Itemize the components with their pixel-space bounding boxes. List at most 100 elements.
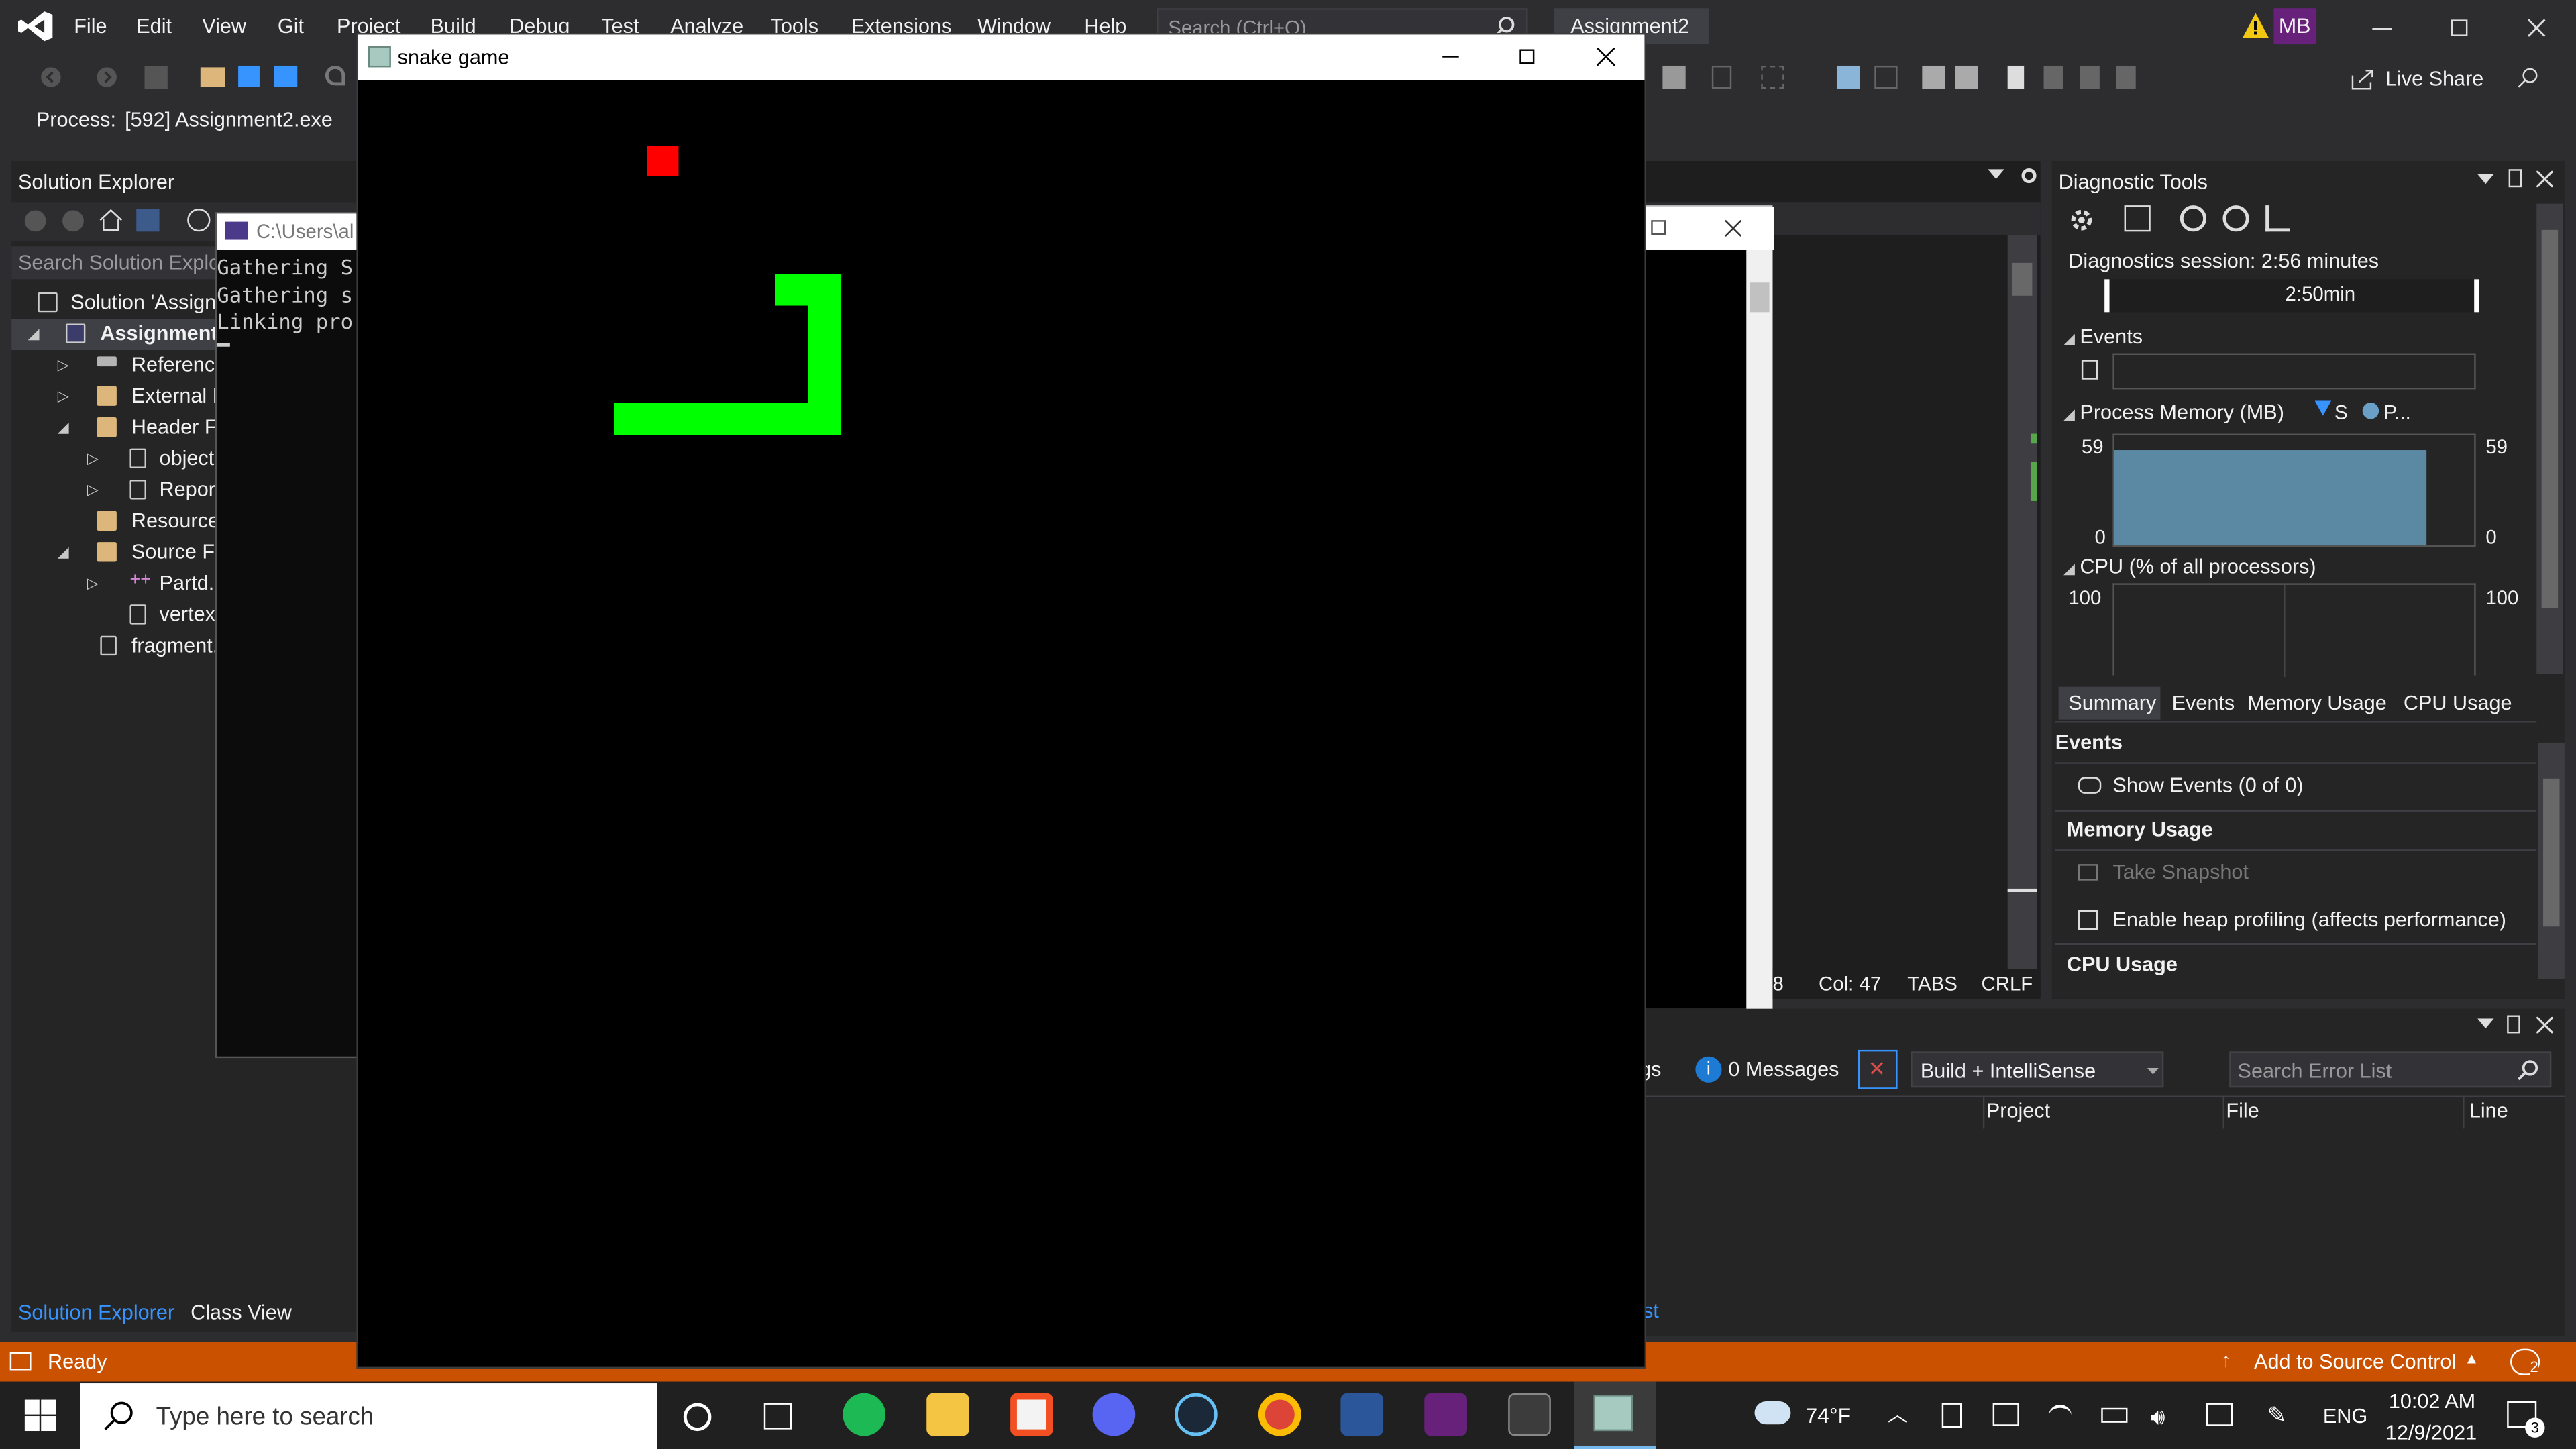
menu-edit[interactable]: Edit [136,15,172,38]
snake-game-window[interactable]: snake game [356,32,1646,1369]
open-folder-icon[interactable] [200,67,225,87]
menu-file[interactable]: File [74,15,107,38]
forward-icon[interactable] [62,210,84,232]
back-icon[interactable] [40,66,62,89]
scrollbar-thumb[interactable] [2541,229,2559,608]
collapse-icon[interactable]: ◢ [2063,330,2075,348]
settings-gear-icon[interactable] [2067,205,2096,235]
collapse-icon[interactable]: ◢ [2063,560,2075,578]
zoom-out-icon[interactable] [2222,205,2249,232]
toolbar-icon-e[interactable] [1874,65,1898,89]
file-explorer-icon[interactable] [926,1393,969,1436]
restore-icon[interactable] [1651,220,1666,235]
timeline-handle-end[interactable] [2474,279,2479,313]
word-icon[interactable] [1340,1393,1384,1436]
column-header-project[interactable]: Project [1986,1099,2050,1122]
spotify-icon[interactable] [843,1393,886,1436]
pin-icon[interactable] [2507,1015,2520,1034]
dropdown-icon[interactable] [2477,1018,2494,1029]
background-window-fragment[interactable] [1644,205,1774,1012]
messages-filter[interactable]: 0 Messages [1728,1058,1839,1081]
wifi-icon[interactable] [2048,1404,2072,1426]
tab-cpu-usage[interactable]: CPU Usage [2404,692,2512,721]
home-icon[interactable] [99,209,123,231]
history-icon[interactable] [187,209,211,232]
process-dropdown[interactable]: [592] Assignment2.exe [125,109,333,131]
back-icon[interactable] [24,210,46,232]
export-icon[interactable] [2124,205,2151,232]
toolbar-icon-b[interactable] [1711,65,1732,89]
pause-events-icon[interactable] [2081,360,2098,380]
scrollbar-thumb[interactable] [1750,282,1770,313]
weather-temperature[interactable]: 74°F [1805,1403,1851,1428]
tab-solution-explorer[interactable]: Solution Explorer [18,1301,174,1324]
bookmark-clear-icon[interactable] [2116,65,2136,89]
task-view-icon[interactable] [763,1403,792,1430]
collapse-icon[interactable]: ◢ [58,544,69,562]
toolbar-icon-d[interactable] [1836,65,1860,89]
editor-scrollbar[interactable] [2007,235,2037,991]
zoom-in-icon[interactable] [2180,205,2207,232]
bookmark-prev-icon[interactable] [2043,65,2063,89]
discord-icon[interactable] [1092,1393,1136,1436]
add-to-source-control-button[interactable]: Add to Source Control [2254,1350,2456,1373]
steam-icon[interactable] [1175,1393,1218,1436]
close-icon[interactable] [2536,170,2553,188]
build-filter-dropdown[interactable]: Build + IntelliSense [1911,1051,2164,1088]
toolbar-icon-a[interactable] [1662,65,1686,89]
timeline-handle-start[interactable] [2104,279,2110,313]
terminal-taskbar-icon[interactable] [1508,1393,1551,1436]
visual-studio-logo-icon[interactable] [17,10,54,43]
toolbar-icon-c[interactable] [1761,65,1784,89]
tray-icon[interactable] [1941,1403,1962,1428]
feedback-icon[interactable] [2517,66,2540,89]
indent-mode[interactable]: TABS [1907,973,1957,996]
expand-icon[interactable]: ▷ [87,575,99,593]
tab-class-view[interactable]: Class View [191,1301,292,1324]
clock-time[interactable]: 10:02 AM [2389,1390,2475,1413]
cortana-icon[interactable] [683,1403,712,1432]
minimize-icon[interactable] [1442,56,1459,58]
save-icon[interactable] [238,65,260,87]
game-canvas[interactable] [358,80,1645,1367]
take-snapshot-button[interactable]: Take Snapshot [2112,861,2249,883]
expand-icon[interactable]: ▷ [58,356,69,374]
visual-studio-taskbar-icon[interactable] [1424,1393,1467,1436]
collapse-icon[interactable]: ◢ [58,419,69,437]
maximize-icon[interactable] [1519,49,1535,64]
scrollbar-thumb[interactable] [2012,262,2033,296]
scrollbar-thumb[interactable] [2543,778,2560,927]
dropbox-icon[interactable] [2206,1403,2233,1426]
console-window[interactable]: C:\Users\al Gathering S Gathering s Link… [215,211,365,1059]
collapse-icon[interactable]: ◢ [28,325,40,343]
save-all-icon[interactable] [274,65,298,87]
fragment-scrollbar[interactable] [1746,250,1773,1012]
restore-icon[interactable] [2451,19,2468,36]
undo-icon[interactable] [325,65,345,86]
summary-scrollbar[interactable] [2538,742,2565,979]
gear-icon[interactable] [2019,166,2039,185]
diagnostic-scrollbar[interactable] [2536,203,2563,674]
toolbar-icon-f[interactable] [1922,65,1945,89]
live-share-button[interactable]: Live Share [2385,67,2483,90]
toolbar-icon-g[interactable] [1955,65,1978,89]
tray-icon[interactable] [1992,1403,2019,1426]
switch-views-icon[interactable] [136,209,160,232]
forward-icon[interactable] [95,66,118,89]
chevron-up-icon[interactable]: ︿ [1888,1400,1907,1428]
close-icon[interactable] [2536,1016,2553,1034]
clock-date[interactable]: 12/9/2021 [2385,1421,2477,1444]
battery-icon[interactable] [2101,1407,2128,1423]
language-indicator[interactable]: ENG [2323,1405,2367,1428]
tab-summary[interactable]: Summary [2068,692,2156,721]
taskbar-search-box[interactable]: Type here to search [80,1383,657,1449]
filter-toggle-button[interactable]: ✕ [1858,1049,1898,1089]
expand-icon[interactable]: ▷ [58,388,69,406]
collapse-icon[interactable]: ◢ [2063,406,2075,424]
close-icon[interactable] [1725,220,1741,237]
active-app-highlight[interactable] [1574,1381,1656,1449]
chrome-icon[interactable] [1258,1393,1301,1436]
microsoft-store-icon[interactable] [1010,1393,1053,1436]
warning-icon[interactable] [2242,13,2269,38]
expand-icon[interactable]: ▷ [87,482,99,500]
